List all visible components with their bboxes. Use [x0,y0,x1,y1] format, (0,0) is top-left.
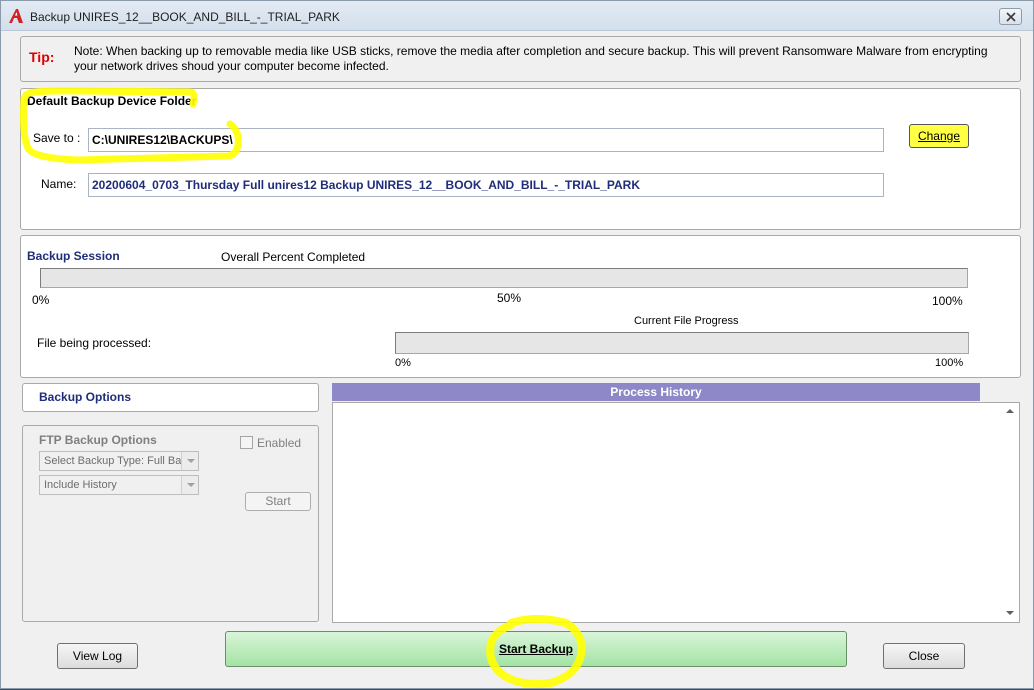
backup-options-title: Backup Options [39,390,132,404]
overall-progress-bar [40,268,968,288]
ftp-start-button[interactable]: Start [245,492,311,511]
process-history-header: Process History [332,383,980,401]
start-backup-label: Start Backup [498,642,574,656]
chevron-down-icon [181,452,198,470]
overall-percent-label: Overall Percent Completed [221,250,366,264]
view-log-button[interactable]: View Log [57,643,138,669]
change-button-label: Change [917,129,961,143]
backup-type-select[interactable]: Select Backup Type: Full Ba [39,451,199,471]
backup-session-title: Backup Session [27,249,120,263]
file-being-processed-label: File being processed: [37,336,152,350]
ftp-enabled-label: Enabled [257,436,302,450]
history-scrollbar[interactable] [1002,403,1019,622]
device-folder-title: Default Backup Device Folder [27,94,197,108]
tip-panel: Tip: Note: When backing up to removable … [20,36,1021,82]
backup-session-panel: Backup Session Overall Percent Completed… [20,235,1021,378]
close-button[interactable]: Close [883,643,965,669]
tip-label: Tip: [29,49,55,65]
backup-type-value: Select Backup Type: Full Ba [44,455,182,467]
ftp-options-title: FTP Backup Options [39,433,157,447]
save-to-label: Save to : [33,131,81,145]
backup-name-input[interactable]: 20200604_0703_Thursday Full unires12 Bac… [88,173,884,197]
backup-window: Backup UNIRES_12__BOOK_AND_BILL_-_TRIAL_… [0,0,1034,689]
app-logo-icon [9,9,23,23]
backup-options-header[interactable]: Backup Options [22,383,319,412]
window-title: Backup UNIRES_12__BOOK_AND_BILL_-_TRIAL_… [30,10,340,24]
include-history-select[interactable]: Include History [39,475,199,495]
chevron-down-icon [181,476,198,494]
current-file-progress-label: Current File Progress [634,315,739,327]
include-history-value: Include History [44,479,117,491]
overall-tick-end: 100% [932,294,963,308]
close-icon [1006,12,1016,22]
save-to-input[interactable]: C:\UNIRES12\BACKUPS\ [88,128,884,152]
scroll-up-icon[interactable] [1002,403,1019,420]
overall-tick-start: 0% [32,293,50,307]
file-tick-end: 100% [935,357,964,369]
title-bar: Backup UNIRES_12__BOOK_AND_BILL_-_TRIAL_… [1,1,1033,31]
start-backup-button[interactable]: Start Backup [225,631,847,667]
backup-device-panel: Default Backup Device Folder Save to : C… [20,88,1021,230]
ftp-options-panel: FTP Backup Options Enabled Select Backup… [22,425,319,622]
file-tick-start: 0% [395,357,411,369]
scroll-down-icon[interactable] [1002,605,1019,622]
tip-text: Note: When backing up to removable media… [74,44,988,73]
ftp-enabled-checkbox[interactable] [240,436,253,449]
process-history-list[interactable] [332,402,1020,623]
window-close-button[interactable] [999,8,1022,25]
current-file-progress-bar [395,332,969,354]
overall-tick-mid: 50% [497,291,522,305]
change-folder-button[interactable]: Change [909,124,969,148]
name-label: Name: [41,177,77,191]
